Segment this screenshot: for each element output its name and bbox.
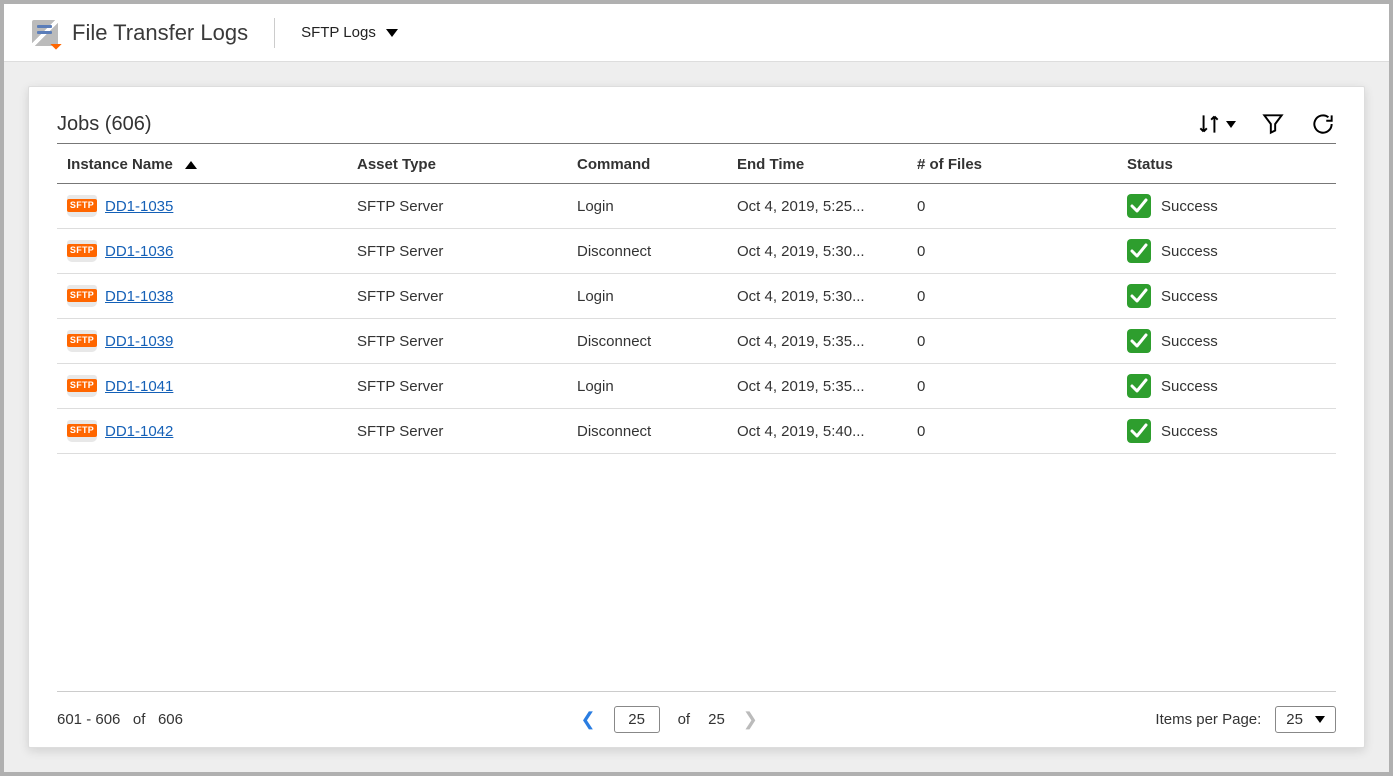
- instance-link[interactable]: DD1-1035: [105, 198, 173, 215]
- cell-num-files: 0: [907, 229, 1117, 274]
- success-icon: [1127, 419, 1151, 443]
- cell-status: Success: [1127, 374, 1326, 398]
- success-icon: [1127, 329, 1151, 353]
- cell-num-files: 0: [907, 274, 1117, 319]
- sftp-icon: [67, 285, 97, 307]
- cell-end-time: Oct 4, 2019, 5:25...: [727, 184, 907, 229]
- cell-command: Disconnect: [567, 409, 727, 454]
- cell-num-files: 0: [907, 319, 1117, 364]
- chevron-down-icon: [386, 29, 398, 37]
- filter-button[interactable]: [1260, 111, 1286, 137]
- pager: 601 - 606 of 606 ❮ 25 of 25 ❯ Items per …: [57, 691, 1336, 733]
- page-of-label: of: [678, 711, 691, 728]
- status-text: Success: [1161, 423, 1218, 440]
- success-icon: [1127, 374, 1151, 398]
- status-text: Success: [1161, 198, 1218, 215]
- cell-asset-type: SFTP Server: [347, 319, 567, 364]
- refresh-icon: [1310, 111, 1336, 137]
- top-bar: File Transfer Logs SFTP Logs: [4, 4, 1389, 62]
- table-row: DD1-1036 SFTP ServerDisconnectOct 4, 2019…: [57, 229, 1336, 274]
- items-per-page-label: Items per Page:: [1155, 711, 1261, 728]
- divider: [274, 18, 275, 48]
- current-page-input[interactable]: 25: [614, 706, 660, 733]
- refresh-button[interactable]: [1310, 111, 1336, 137]
- cell-command: Login: [567, 364, 727, 409]
- col-asset-type[interactable]: Asset Type: [347, 144, 567, 184]
- cell-command: Login: [567, 184, 727, 229]
- col-instance-name[interactable]: Instance Name: [57, 144, 347, 184]
- page-title: File Transfer Logs: [72, 20, 274, 46]
- sort-icon: [1196, 111, 1222, 137]
- col-end-time[interactable]: End Time: [727, 144, 907, 184]
- jobs-count: Jobs (606): [57, 113, 152, 136]
- cell-asset-type: SFTP Server: [347, 274, 567, 319]
- cell-asset-type: SFTP Server: [347, 229, 567, 274]
- cell-asset-type: SFTP Server: [347, 184, 567, 229]
- table-row: DD1-1041 SFTP ServerLoginOct 4, 2019, 5:3…: [57, 364, 1336, 409]
- status-text: Success: [1161, 378, 1218, 395]
- items-per-page-select[interactable]: 25: [1275, 706, 1336, 733]
- sort-button[interactable]: [1196, 111, 1236, 137]
- cell-status: Success: [1127, 239, 1326, 263]
- chevron-down-icon: [1315, 716, 1325, 723]
- instance-link[interactable]: DD1-1042: [105, 423, 173, 440]
- cell-end-time: Oct 4, 2019, 5:35...: [727, 364, 907, 409]
- pager-range: 601 - 606 of 606: [57, 711, 183, 728]
- prev-page-button[interactable]: ❮: [581, 709, 596, 730]
- col-status[interactable]: Status: [1117, 144, 1336, 184]
- success-icon: [1127, 194, 1151, 218]
- workspace: Jobs (606): [4, 62, 1389, 772]
- sftp-icon: [67, 330, 97, 352]
- col-num-files[interactable]: # of Files: [907, 144, 1117, 184]
- log-type-label: SFTP Logs: [301, 24, 376, 41]
- cell-command: Disconnect: [567, 319, 727, 364]
- cell-asset-type: SFTP Server: [347, 364, 567, 409]
- cell-num-files: 0: [907, 364, 1117, 409]
- status-text: Success: [1161, 243, 1218, 260]
- success-icon: [1127, 284, 1151, 308]
- sftp-icon: [67, 240, 97, 262]
- sort-asc-icon: [185, 161, 197, 169]
- status-text: Success: [1161, 333, 1218, 350]
- cell-num-files: 0: [907, 184, 1117, 229]
- sftp-icon: [67, 195, 97, 217]
- instance-link[interactable]: DD1-1038: [105, 288, 173, 305]
- cell-status: Success: [1127, 329, 1326, 353]
- page-total: 25: [708, 711, 725, 728]
- table-row: DD1-1035 SFTP ServerLoginOct 4, 2019, 5:2…: [57, 184, 1336, 229]
- log-type-selector[interactable]: SFTP Logs: [301, 24, 398, 41]
- next-page-button[interactable]: ❯: [743, 709, 758, 730]
- funnel-icon: [1260, 111, 1286, 137]
- sftp-icon: [67, 420, 97, 442]
- table-row: DD1-1042 SFTP ServerDisconnectOct 4, 2019…: [57, 409, 1336, 454]
- cell-status: Success: [1127, 194, 1326, 218]
- instance-link[interactable]: DD1-1041: [105, 378, 173, 395]
- chevron-down-icon: [1226, 121, 1236, 128]
- status-text: Success: [1161, 288, 1218, 305]
- cell-num-files: 0: [907, 409, 1117, 454]
- instance-link[interactable]: DD1-1036: [105, 243, 173, 260]
- jobs-panel: Jobs (606): [28, 86, 1365, 748]
- col-command[interactable]: Command: [567, 144, 727, 184]
- cell-command: Disconnect: [567, 229, 727, 274]
- app-logo-icon: [32, 20, 58, 46]
- table-row: DD1-1038 SFTP ServerLoginOct 4, 2019, 5:3…: [57, 274, 1336, 319]
- cell-status: Success: [1127, 419, 1326, 443]
- success-icon: [1127, 239, 1151, 263]
- instance-link[interactable]: DD1-1039: [105, 333, 173, 350]
- cell-asset-type: SFTP Server: [347, 409, 567, 454]
- table-row: DD1-1039 SFTP ServerDisconnectOct 4, 2019…: [57, 319, 1336, 364]
- cell-end-time: Oct 4, 2019, 5:30...: [727, 274, 907, 319]
- cell-status: Success: [1127, 284, 1326, 308]
- cell-command: Login: [567, 274, 727, 319]
- cell-end-time: Oct 4, 2019, 5:30...: [727, 229, 907, 274]
- jobs-table: Instance Name Asset Type Command End Tim…: [57, 143, 1336, 454]
- cell-end-time: Oct 4, 2019, 5:40...: [727, 409, 907, 454]
- cell-end-time: Oct 4, 2019, 5:35...: [727, 319, 907, 364]
- sftp-icon: [67, 375, 97, 397]
